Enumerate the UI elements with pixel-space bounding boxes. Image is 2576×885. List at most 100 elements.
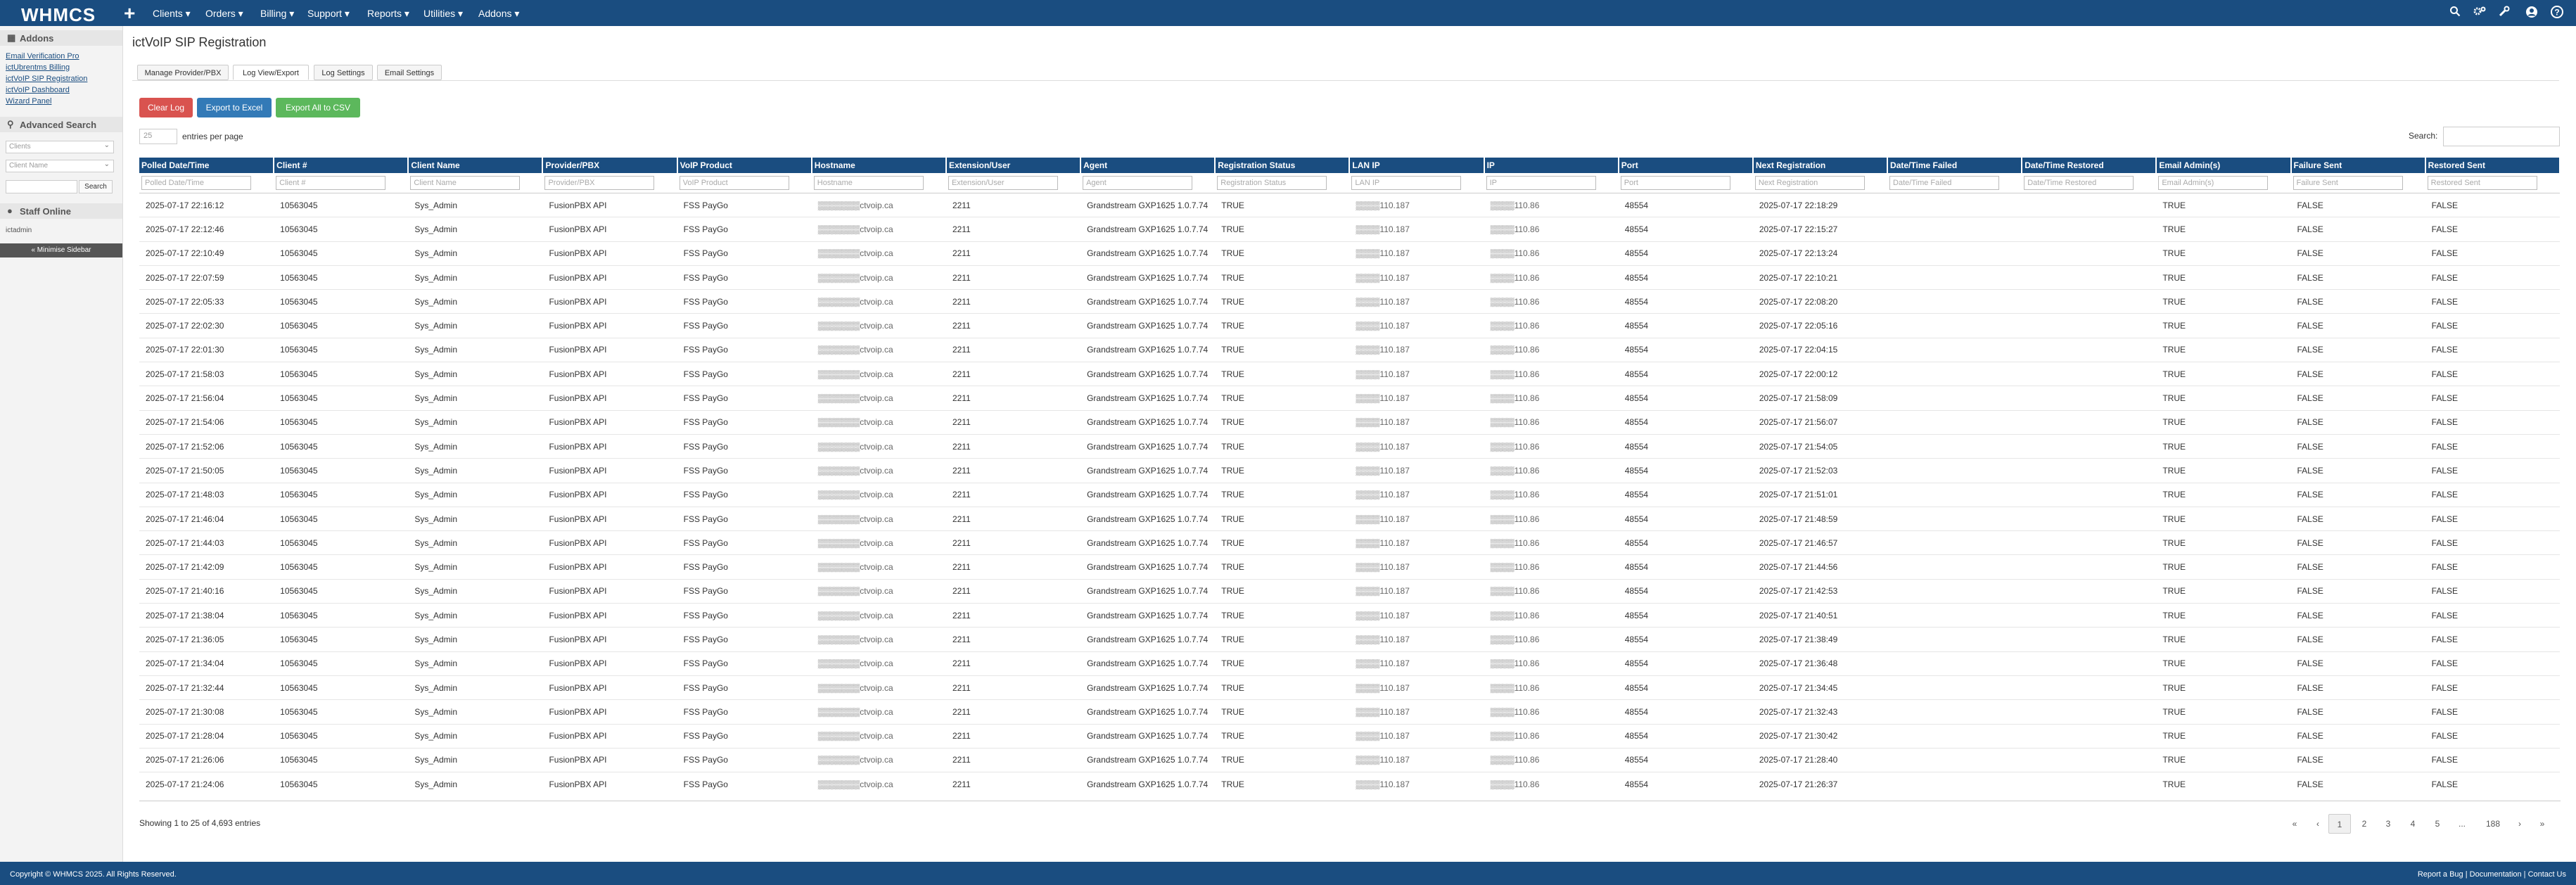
table-cell: Grandstream GXP1625 1.0.7.74 (1080, 578, 1216, 604)
pagination-item[interactable]: 2 (2354, 814, 2375, 834)
table-row: 2025-07-17 21:46:04 10563045 Sys_Admin Fusi… (139, 506, 2560, 531)
user-avatar-icon[interactable] (2525, 6, 2538, 22)
pagination-item[interactable]: › (2511, 814, 2528, 834)
search-icon[interactable] (2449, 6, 2461, 20)
column-header[interactable]: Agent (1080, 158, 1216, 173)
column-filter-input[interactable]: Registration Status (1217, 176, 1327, 190)
sidebar-search-input[interactable] (6, 180, 77, 193)
table-cell: ▒▒▒▒110.86 (1484, 289, 1619, 314)
tab-log-view-export[interactable]: Log View/Export (233, 65, 309, 80)
search-type-select[interactable]: Clients (6, 141, 114, 153)
nav-billing[interactable]: Billing ▾ (260, 8, 294, 20)
help-icon[interactable]: ? (2551, 6, 2563, 22)
column-filter-input[interactable]: Client # (276, 176, 386, 190)
table-cell: 10563045 (274, 192, 409, 217)
column-filter-input[interactable]: Hostname (813, 176, 924, 190)
table-header-row: Polled Date/Time Client # Client Name Provi… (139, 158, 2561, 173)
cog-icon[interactable] (2473, 6, 2486, 20)
column-filter-input[interactable]: Restored Sent (2427, 176, 2537, 190)
tab-log-settings[interactable]: Log Settings (314, 65, 373, 80)
table-cell: FALSE (2290, 578, 2425, 604)
tab-email-settings[interactable]: Email Settings (377, 65, 442, 80)
tab-manage-provider[interactable]: Manage Provider/PBX (137, 65, 229, 80)
clear-log-button[interactable]: Clear Log (139, 98, 193, 117)
table-cell: ▒▒▒▒▒▒▒ctvoip.ca (811, 530, 946, 555)
column-filter-input[interactable]: Failure Sent (2293, 176, 2403, 190)
column-header[interactable]: LAN IP (1349, 158, 1485, 173)
column-header[interactable]: Hostname (811, 158, 947, 173)
column-filter-input[interactable]: Provider/PBX (544, 176, 655, 190)
table-cell: FusionPBX API (542, 458, 677, 483)
sidebar-link-email-verification[interactable]: Email Verification Pro (6, 52, 79, 61)
sidebar-link-sip-registration[interactable]: ictVoIP SIP Registration (6, 75, 87, 83)
pagination-item[interactable]: 4 (2402, 814, 2423, 834)
pagination-item[interactable]: 3 (2378, 814, 2399, 834)
nav-reports[interactable]: Reports ▾ (367, 8, 409, 20)
table-cell: TRUE (2156, 506, 2291, 531)
column-header[interactable]: Provider/PBX (542, 158, 678, 173)
table-cell: 2025-07-17 22:18:29 (1752, 192, 1888, 217)
footer-links[interactable]: Report a Bug | Documentation | Contact U… (2418, 870, 2566, 879)
column-filter-input[interactable]: Date/Time Restored (2024, 176, 2134, 190)
column-header[interactable]: Next Registration (1752, 158, 1889, 173)
table-cell: FSS PayGo (677, 362, 812, 386)
column-header[interactable]: Restored Sent (2425, 158, 2561, 173)
pagination-item[interactable]: 1 (2328, 814, 2351, 834)
pagination-item[interactable]: 188 (2480, 814, 2506, 834)
sidebar-link-ubrentms-billing[interactable]: ictUbrentms Billing (6, 63, 70, 72)
whmcs-logo[interactable]: WHMCS (21, 4, 96, 26)
column-filter-input[interactable]: Date/Time Failed (1889, 176, 2000, 190)
table-cell: FusionPBX API (542, 747, 677, 772)
table-cell: 48554 (1618, 530, 1753, 555)
column-header[interactable]: Client # (274, 158, 409, 173)
pagination-item[interactable]: ‹ (2309, 814, 2326, 834)
minimise-sidebar-button[interactable]: « Minimise Sidebar (0, 243, 122, 257)
column-filter-input[interactable]: Email Admin(s) (2158, 176, 2269, 190)
column-header[interactable]: IP (1484, 158, 1619, 173)
nav-clients[interactable]: Clients ▾ (153, 8, 191, 20)
export-csv-button[interactable]: Export All to CSV (276, 98, 360, 117)
column-filter-input[interactable]: Client Name (410, 176, 521, 190)
table-cell (1887, 675, 2022, 700)
sidebar-search-button[interactable]: Search (79, 180, 113, 193)
page-length-select[interactable]: 25 (139, 129, 177, 144)
wrench-icon[interactable] (2499, 6, 2510, 20)
table-cell: 2025-07-17 21:42:09 (139, 554, 274, 580)
sidebar-link-voip-dashboard[interactable]: ictVoIP Dashboard (6, 86, 70, 94)
nav-orders[interactable]: Orders ▾ (205, 8, 243, 20)
column-header[interactable]: Date/Time Restored (2022, 158, 2157, 173)
search-field-select[interactable]: Client Name (6, 160, 114, 172)
nav-support[interactable]: Support ▾ (307, 8, 350, 20)
export-excel-button[interactable]: Export to Excel (197, 98, 272, 117)
nav-addons[interactable]: Addons ▾ (478, 8, 519, 20)
table-cell: FALSE (2290, 265, 2425, 290)
table-cell: 2025-07-17 22:15:27 (1752, 217, 1888, 242)
pagination-item[interactable]: « (2286, 814, 2303, 834)
table-cell (2022, 362, 2157, 386)
column-header[interactable]: Extension/User (945, 158, 1082, 173)
column-filter-input[interactable]: Agent (1083, 176, 1193, 190)
column-header[interactable]: Registration Status (1215, 158, 1351, 173)
column-filter-input[interactable]: Polled Date/Time (141, 176, 251, 190)
column-filter-input[interactable]: Next Registration (1754, 176, 1865, 190)
nav-utilities[interactable]: Utilities ▾ (423, 8, 463, 20)
pagination-item[interactable]: ... (2451, 814, 2473, 834)
pagination-item[interactable]: » (2534, 814, 2551, 834)
quick-add-icon[interactable]: + (124, 2, 135, 25)
table-cell (2022, 578, 2157, 604)
column-filter-input[interactable]: Extension/User (948, 176, 1058, 190)
column-filter-input[interactable]: VoIP Product (679, 176, 789, 190)
table-search-input[interactable] (2443, 127, 2560, 146)
column-filter-input[interactable]: Port (1620, 176, 1730, 190)
column-header[interactable]: Date/Time Failed (1887, 158, 2023, 173)
column-filter-input[interactable]: LAN IP (1351, 176, 1462, 190)
pagination-item[interactable]: 5 (2427, 814, 2448, 834)
column-header[interactable]: Port (1618, 158, 1754, 173)
column-header[interactable]: VoIP Product (677, 158, 812, 173)
column-header[interactable]: Polled Date/Time (139, 158, 275, 173)
column-header[interactable]: Email Admin(s) (2156, 158, 2292, 173)
column-header[interactable]: Failure Sent (2290, 158, 2426, 173)
column-header[interactable]: Client Name (408, 158, 544, 173)
sidebar-link-wizard-panel[interactable]: Wizard Panel (6, 97, 51, 106)
column-filter-input[interactable]: IP (1486, 176, 1596, 190)
